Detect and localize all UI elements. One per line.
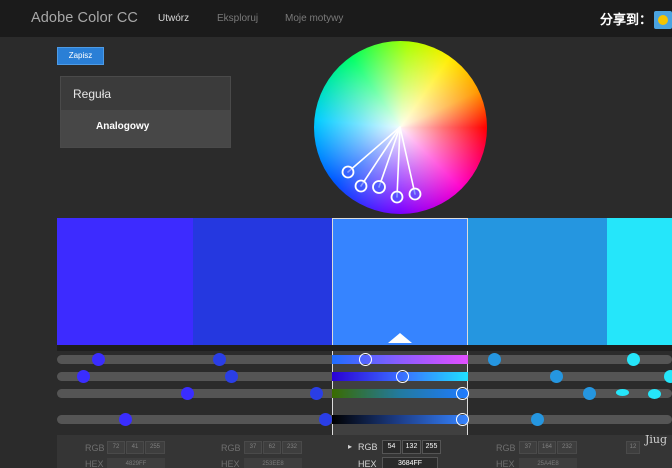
hex-field[interactable]: 3684FF (382, 457, 438, 468)
rgb-g-field[interactable]: 62 (263, 441, 281, 454)
slider-knob[interactable] (550, 370, 563, 383)
slider-knob[interactable] (213, 353, 226, 366)
top-bar: Adobe Color CC Utwórz Eksploruj Moje mot… (0, 0, 672, 37)
tab-moje-motywy[interactable]: Moje motywy (285, 13, 343, 24)
rgb-g-field[interactable]: 41 (126, 441, 144, 454)
hex-label: HEX (85, 459, 104, 468)
share-star-icon[interactable] (654, 11, 672, 29)
rgb-g-field[interactable]: 164 (538, 441, 556, 454)
slider-knob-selected[interactable] (359, 353, 372, 366)
color-wheel-handles[interactable] (314, 41, 487, 214)
swatch-5[interactable] (607, 218, 672, 345)
wheel-handle-4 (390, 190, 404, 204)
slider-knob[interactable] (616, 389, 629, 396)
slider-knob[interactable] (319, 413, 332, 426)
brightness-slider-selected[interactable] (332, 415, 468, 424)
swatch-3-selected[interactable] (332, 218, 468, 345)
rgb-r-field[interactable]: 37 (244, 441, 262, 454)
rgb-r-field[interactable]: 72 (107, 441, 125, 454)
tab-eksploruj[interactable]: Eksploruj (217, 13, 258, 24)
swatch-2[interactable] (193, 218, 332, 345)
hex-label: HEX (358, 459, 377, 468)
hex-label: HEX (496, 459, 515, 468)
slider-knob[interactable] (225, 370, 238, 383)
rgb-b-field[interactable]: 232 (557, 441, 577, 454)
slider-knob[interactable] (583, 387, 596, 400)
share-label: 分享到： (600, 12, 653, 27)
wheel-handle-1 (341, 165, 355, 179)
rgb-r-field[interactable]: 54 (382, 440, 401, 454)
slider-knob[interactable] (77, 370, 90, 383)
rgb-g-field[interactable]: 132 (402, 440, 421, 454)
wheel-handle-2 (354, 179, 368, 193)
slider-knob[interactable] (648, 389, 661, 399)
rule-header: Reguła (61, 77, 230, 110)
slider-knob[interactable] (310, 387, 323, 400)
slider-knob[interactable] (92, 353, 105, 366)
slider-knob[interactable] (181, 387, 194, 400)
rgb-label: RGB (358, 442, 378, 452)
hex-field[interactable]: 4829FF (107, 458, 165, 468)
hex-field[interactable]: 25A4E8 (519, 458, 577, 468)
rgb-b-field[interactable]: 255 (145, 441, 165, 454)
hue-slider-selected[interactable] (332, 355, 468, 364)
watermark-logo: Jiug (645, 433, 668, 446)
slider-knob[interactable] (531, 413, 544, 426)
hex-field[interactable]: 253EE8 (244, 458, 302, 468)
rgb-label: RGB (496, 443, 516, 453)
rule-panel: Reguła Analogowy (60, 76, 231, 148)
slider-knob[interactable] (664, 370, 672, 383)
slider-knob-selected[interactable] (396, 370, 409, 383)
slider-knob[interactable] (488, 353, 501, 366)
rgb-label: RGB (85, 443, 105, 453)
app-title: Adobe Color CC (31, 10, 138, 26)
save-button[interactable]: Zapisz (57, 47, 104, 65)
rgb-r-field[interactable]: 37 (519, 441, 537, 454)
rgb-b-field[interactable]: 255 (422, 440, 441, 454)
slider-knob-selected[interactable] (456, 387, 469, 400)
wheel-handle-3-selected (372, 180, 386, 194)
tone-slider-selected[interactable] (332, 389, 468, 398)
expand-caret-icon[interactable]: ▸ (348, 442, 352, 451)
hex-label: HEX (221, 459, 240, 468)
swatch-4[interactable] (468, 218, 607, 345)
rgb-r-field[interactable]: 12 (626, 441, 640, 454)
wheel-handle-5 (408, 187, 422, 201)
rule-dropdown[interactable]: Analogowy (61, 110, 230, 147)
rgb-b-field[interactable]: 232 (282, 441, 302, 454)
slider-knob-selected[interactable] (456, 413, 469, 426)
rgb-label: RGB (221, 443, 241, 453)
tab-utworz[interactable]: Utwórz (158, 13, 189, 24)
selected-swatch-caret-icon (388, 333, 412, 343)
slider-knob[interactable] (627, 353, 640, 366)
slider-knob[interactable] (119, 413, 132, 426)
swatch-1[interactable] (57, 218, 193, 345)
